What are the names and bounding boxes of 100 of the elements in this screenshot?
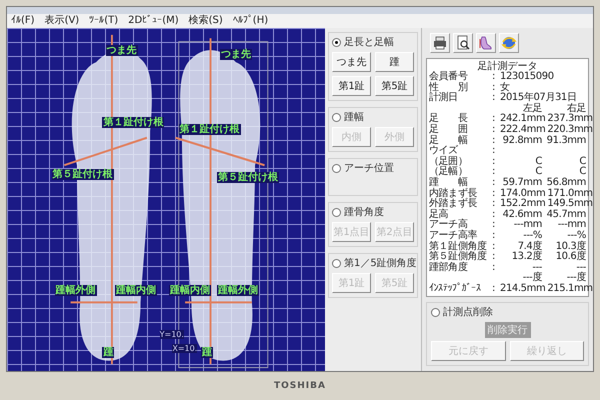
data-label: 踵 幅 — [429, 178, 468, 188]
data-value: 237.3mm — [547, 114, 593, 124]
data-label: 足 幅 — [429, 136, 468, 146]
data-value: 7.4度 — [516, 242, 542, 252]
data-label: ウイズ — [429, 146, 459, 156]
column-header: 左足 — [522, 104, 542, 114]
data-value: ---度 — [522, 273, 542, 284]
data-separator: : — [492, 93, 496, 104]
data-separator: : — [492, 220, 496, 231]
menu-item[interactable]: 表示(V) — [44, 15, 80, 27]
column-header: 右足 — [566, 104, 586, 114]
printer-icon[interactable] — [431, 34, 449, 52]
point-label: 踵幅外側 — [216, 285, 259, 296]
point-label: 踵幅内側 — [115, 285, 158, 296]
point-button[interactable]: 第5趾 — [375, 76, 414, 96]
data-title: 足計測データ — [476, 61, 538, 72]
menu-item[interactable]: 検索(S) — [188, 15, 223, 27]
data-value: 174.0mm — [500, 188, 546, 199]
data-label: （足囲） — [429, 156, 468, 167]
data-separator: : — [492, 178, 496, 189]
data-value: 91.3mm — [546, 136, 586, 146]
data-label: 内踏まず長 — [429, 188, 478, 199]
menu-item[interactable]: ﾂｰﾙ(T) — [89, 15, 118, 27]
data-separator: : — [492, 156, 496, 168]
brand-logo: TOSHIBA — [274, 381, 326, 391]
data-value: 152.2mm — [500, 199, 546, 210]
data-label: アーチ高率 — [429, 230, 478, 241]
point-button[interactable]: 踵 — [375, 52, 414, 72]
data-value: C — [578, 156, 586, 167]
point-label: 第１趾付け根 — [178, 124, 241, 136]
data-separator: : — [492, 146, 496, 157]
data-separator: : — [492, 199, 496, 210]
data-label: 計測日 — [429, 93, 459, 104]
data-separator: : — [492, 230, 496, 242]
point-label: 第１趾付け根 — [102, 117, 164, 128]
data-value: 149.5mm — [547, 199, 593, 210]
point-label: つま先 — [106, 45, 138, 56]
radio-button[interactable] — [431, 308, 440, 317]
radio-button[interactable] — [332, 208, 341, 216]
menu-item[interactable]: ｲﾙ(F) — [11, 15, 35, 27]
data-label: 第１趾側角度 — [429, 242, 488, 252]
data-label: 外踏まず長 — [429, 199, 478, 210]
point-label: 踵 — [200, 346, 213, 358]
option-label: 足長と足幅 — [344, 36, 394, 49]
data-separator: : — [492, 242, 496, 252]
data-value: 171.0mm — [547, 188, 593, 199]
data-separator: : — [492, 284, 496, 294]
data-separator: : — [492, 188, 496, 200]
data-value: 2015年07月31日 — [500, 93, 576, 104]
data-separator: : — [492, 262, 496, 274]
data-value: ---mm — [512, 220, 542, 230]
option-label: 踵骨角度 — [344, 206, 384, 219]
globe-arrows-icon[interactable] — [500, 34, 518, 52]
data-separator: : — [492, 82, 496, 94]
radio-button[interactable] — [332, 38, 341, 46]
data-value: C — [534, 167, 542, 178]
radio-button[interactable] — [332, 164, 341, 172]
data-label: （足幅） — [429, 167, 468, 178]
data-value: C — [534, 156, 542, 167]
data-value: ---% — [566, 230, 586, 241]
point-label: 第５趾付け根 — [216, 172, 279, 184]
point-label: 第５趾付け根 — [52, 168, 114, 180]
data-value: ---度 — [566, 273, 586, 284]
data-separator: : — [492, 72, 496, 83]
data-value: ---mm — [556, 220, 586, 230]
data-value: 女 — [500, 82, 510, 93]
option-label: 第1／5趾側角度 — [344, 256, 417, 270]
data-value: ---% — [522, 230, 542, 241]
data-value: 242.1mm — [500, 114, 546, 124]
data-value: 42.6mm — [502, 210, 542, 220]
data-separator: : — [492, 210, 496, 220]
point-button[interactable]: つま先 — [332, 52, 371, 72]
data-separator: : — [492, 136, 496, 146]
data-label: 足高 — [429, 210, 450, 220]
data-value: 10.6度 — [554, 252, 586, 263]
point-button[interactable]: 第1趾 — [332, 76, 371, 96]
point-label: 踵幅外側 — [54, 285, 97, 296]
data-label: 踵部角度 — [429, 262, 468, 274]
data-separator: : — [492, 114, 496, 125]
point-label: つま先 — [220, 48, 252, 60]
data-value: 10.3度 — [554, 242, 586, 252]
data-value: 13.2度 — [510, 252, 542, 263]
data-label: 性 別 — [429, 82, 468, 93]
menu-item[interactable]: 2Dﾋﾞｭｰ(M) — [128, 15, 179, 27]
point-label: 踵幅内側 — [169, 285, 212, 296]
data-value: 215.1mm — [547, 284, 593, 294]
data-label: アーチ高 — [429, 220, 468, 230]
radio-button[interactable] — [332, 258, 341, 268]
data-value: 45.7mm — [546, 210, 586, 220]
data-value: 59.7mm — [502, 178, 542, 188]
coordinate-label: X=10. — [172, 344, 198, 353]
data-label: 足 長 — [429, 114, 469, 124]
point-label: 踵 — [102, 346, 114, 358]
data-value: 123015090 — [500, 72, 555, 82]
data-value: --- — [532, 262, 542, 273]
radio-button[interactable] — [332, 112, 341, 122]
data-separator: : — [492, 252, 496, 263]
option-label: アーチ位置 — [344, 162, 394, 175]
data-label: 第５趾側角度 — [429, 252, 488, 262]
menu-item[interactable]: ﾍﾙﾌﾟ(H) — [232, 15, 268, 27]
